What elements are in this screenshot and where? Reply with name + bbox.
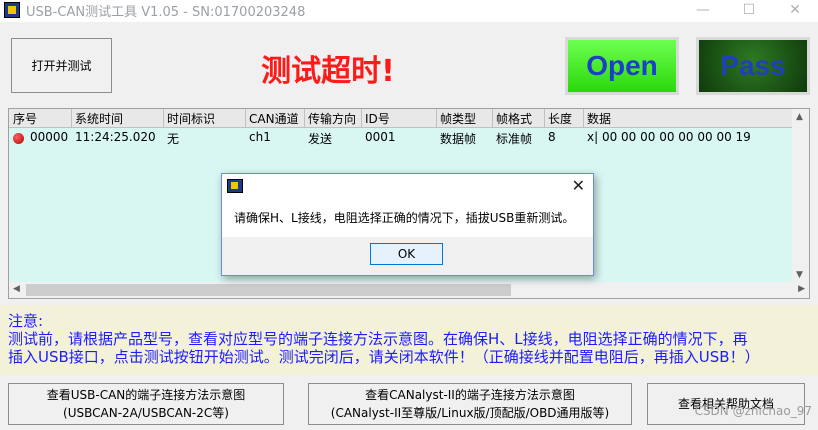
pass-indicator: Pass — [696, 37, 810, 95]
open-and-test-button[interactable]: 打开并测试 — [11, 38, 112, 93]
scroll-left-icon[interactable]: ◀ — [13, 284, 20, 294]
minimize-button[interactable]: — — [680, 0, 726, 22]
dialog-close-icon[interactable]: ✕ — [572, 176, 585, 195]
cell-channel: ch1 — [249, 130, 271, 144]
timeout-message: 测试超时! — [261, 54, 395, 89]
scroll-right-icon[interactable]: ▶ — [798, 284, 805, 294]
scroll-down-icon[interactable]: ▼ — [796, 270, 803, 280]
dialog-title-bar: ✕ — [222, 174, 593, 198]
scrollbar-thumb[interactable] — [26, 284, 511, 296]
button-line: (CANalyst-II至尊版/Linux版/顶配版/OBD通用版等) — [330, 406, 610, 420]
usbcan-wiring-button[interactable]: 查看USB-CAN的端子连接方法示意图 (USBCAN-2A/USBCAN-2C… — [8, 383, 284, 425]
column-header: 数据 — [587, 112, 612, 126]
column-header: 长度 — [548, 112, 573, 126]
timeout-dialog: ✕ 请确保H、L接线，电阻选择正确的情况下，插拔USB重新测试。 OK — [221, 173, 594, 276]
watermark: CSDN @zhichao_97 — [694, 404, 812, 418]
title-bar: USB-CAN测试工具 V1.05 - SN:01700203248 — ☐ ✕ — [0, 0, 818, 22]
cell-index: 00000 — [30, 130, 69, 144]
cell-id: 0001 — [365, 130, 396, 144]
cell-direction: 发送 — [308, 132, 333, 146]
column-header: 帧类型 — [440, 112, 477, 126]
app-icon — [4, 2, 20, 18]
ok-button[interactable]: OK — [370, 243, 443, 265]
window-title: USB-CAN测试工具 V1.05 - SN:01700203248 — [26, 5, 306, 20]
cell-frame-format: 标准帧 — [496, 132, 533, 146]
button-line: (USBCAN-2A/USBCAN-2C等) — [63, 406, 229, 420]
grid-header: 序号 系统时间 时间标识 CAN通道 传输方向 ID号 帧类型 帧格式 长度 数… — [9, 109, 793, 128]
column-header: 序号 — [13, 112, 38, 126]
cell-time: 11:24:25.020 — [75, 130, 156, 144]
column-header: 系统时间 — [75, 112, 124, 126]
table-row[interactable]: 00000 11:24:25.020 无 ch1 发送 0001 数据帧 标准帧… — [9, 129, 793, 147]
column-header: 时间标识 — [167, 112, 216, 126]
app-icon — [227, 179, 243, 193]
open-indicator: Open — [565, 37, 679, 95]
cell-frame-type: 数据帧 — [440, 132, 477, 146]
cell-timestamp: 无 — [167, 132, 180, 146]
status-dot-icon — [13, 133, 24, 144]
column-header: 帧格式 — [496, 112, 533, 126]
dialog-message: 请确保H、L接线，电阻选择正确的情况下，插拔USB重新测试。 — [234, 211, 575, 225]
notes-heading: 注意: — [8, 312, 44, 330]
notes-text: 注意: 测试前，请根据产品型号，查看对应型号的端子连接方法示意图。在确保H、L接… — [8, 312, 760, 366]
horizontal-scrollbar[interactable]: ◀ ▶ — [9, 282, 809, 298]
column-header: ID号 — [365, 112, 390, 126]
cell-data: x| 00 00 00 00 00 00 00 19 — [587, 130, 751, 144]
vertical-scrollbar[interactable]: ▲ ▼ — [792, 109, 809, 283]
column-header: 传输方向 — [308, 112, 357, 126]
maximize-button[interactable]: ☐ — [726, 0, 772, 22]
column-header: CAN通道 — [249, 112, 299, 126]
button-line: 查看USB-CAN的端子连接方法示意图 — [46, 388, 246, 402]
scroll-up-icon[interactable]: ▲ — [796, 112, 803, 122]
close-button[interactable]: ✕ — [772, 0, 818, 22]
cell-length: 8 — [548, 130, 556, 144]
notes-line: 插入USB接口，点击测试按钮开始测试。测试完闭后，请关闭本软件！（正确接线并配置… — [8, 348, 760, 366]
button-line: 查看CANalyst-II的端子连接方法示意图 — [365, 388, 575, 402]
canalyst-wiring-button[interactable]: 查看CANalyst-II的端子连接方法示意图 (CANalyst-II至尊版/… — [308, 383, 632, 425]
notes-line: 测试前，请根据产品型号，查看对应型号的端子连接方法示意图。在确保H、L接线，电阻… — [8, 330, 748, 348]
